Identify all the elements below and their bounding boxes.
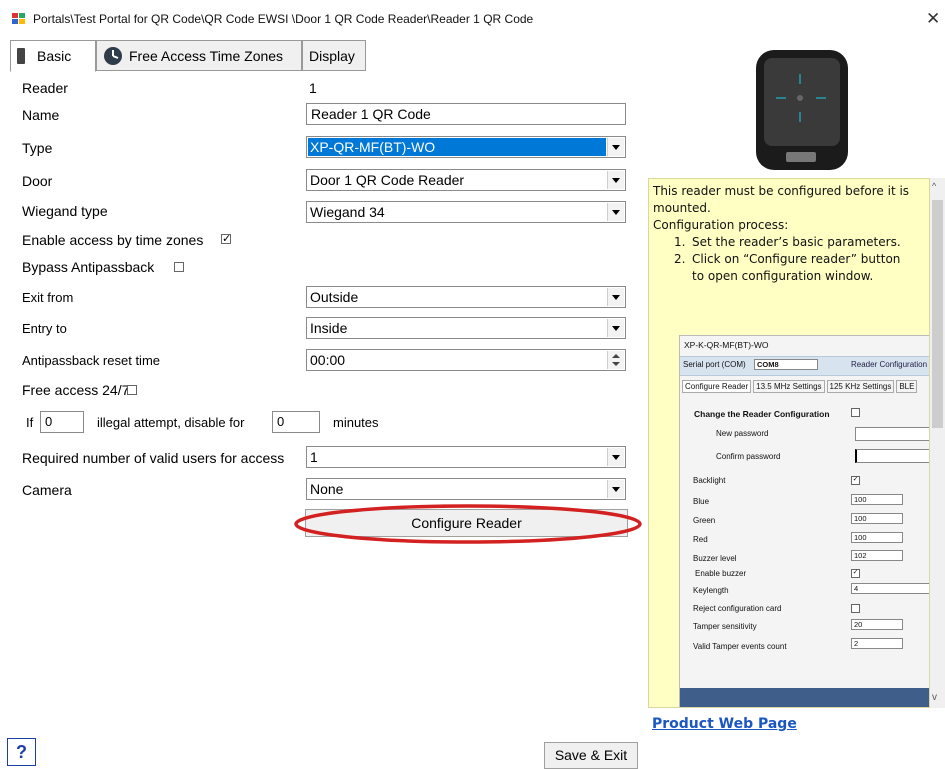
camera-label: Camera <box>22 482 72 498</box>
wiegand-label: Wiegand type <box>22 203 108 219</box>
mini-buzzer-level: Buzzer level <box>693 554 737 563</box>
info-process-title: Configuration process: <box>653 218 789 232</box>
mini-red-select: 100 <box>851 532 903 543</box>
reader-label: Reader <box>22 80 68 96</box>
mini-tamper-select: 20 <box>851 619 903 630</box>
antipassback-reset-label: Antipassback reset time <box>22 353 161 368</box>
mini-reject-card: Reject configuration card <box>693 604 782 613</box>
disable-minutes-input[interactable]: 0 <box>272 411 320 433</box>
mini-tab: Configure Reader <box>682 380 752 393</box>
antipassback-reset-time[interactable]: 00:00 <box>306 349 626 371</box>
enable-time-zones-label: Enable access by time zones <box>22 232 204 248</box>
tab-display[interactable]: Display <box>302 40 366 71</box>
mini-green-select: 100 <box>851 513 903 524</box>
bypass-antipassback-checkbox[interactable] <box>174 262 184 272</box>
mini-tamper-count: Valid Tamper events count <box>693 642 787 651</box>
config-window-image: XP-K-QR-MF(BT)-WO Serial port (COM) COM8… <box>679 335 929 707</box>
exit-from-select[interactable]: Outside <box>306 286 626 308</box>
chevron-down-icon[interactable] <box>607 171 624 189</box>
tab-free-access-time-zones[interactable]: Free Access Time Zones <box>96 40 302 71</box>
product-web-page-link[interactable]: Product Web Page <box>652 716 797 732</box>
name-input[interactable]: Reader 1 QR Code <box>306 103 626 125</box>
exit-from-label: Exit from <box>22 290 74 305</box>
minutes-label: minutes <box>333 415 379 430</box>
mini-backlight: Backlight <box>693 476 726 485</box>
chevron-down-icon[interactable] <box>607 480 624 498</box>
mini-blue: Blue <box>693 497 710 506</box>
window-title: Portals\Test Portal for QR Code\QR Code … <box>33 12 534 26</box>
mini-serial-label: Serial port (COM) <box>683 360 746 369</box>
mini-tab: 125 KHz Settings <box>826 380 895 393</box>
chevron-down-icon[interactable] <box>607 319 624 337</box>
app-icon <box>12 13 25 24</box>
door-select[interactable]: Door 1 QR Code Reader <box>306 169 626 191</box>
chevron-down-icon[interactable] <box>607 448 624 466</box>
mini-enable-buzzer: Enable buzzer <box>695 569 747 578</box>
scroll-up-icon[interactable]: ^ <box>932 181 936 191</box>
mini-reader-config: Reader Configuration <box>851 360 928 369</box>
name-label: Name <box>22 107 60 123</box>
mini-change-config: Change the Reader Configuration <box>694 409 830 419</box>
mini-green: Green <box>693 516 716 525</box>
mini-blue-select: 100 <box>851 494 903 505</box>
entry-to-label: Entry to <box>22 321 67 336</box>
mini-tab: BLE <box>896 380 918 393</box>
mini-new-password: New password <box>716 429 769 438</box>
enable-time-zones-checkbox[interactable]: ✓ <box>221 234 231 245</box>
tab-basic[interactable]: Basic <box>10 40 96 72</box>
wiegand-select[interactable]: Wiegand 34 <box>306 201 626 223</box>
required-users-label: Required number of valid users for acces… <box>22 450 285 466</box>
mini-confirm-password: Confirm password <box>716 452 781 461</box>
free-access-checkbox[interactable] <box>127 385 137 395</box>
reader-device-image <box>756 50 848 170</box>
title-bar: Portals\Test Portal for QR Code\QR Code … <box>0 0 945 40</box>
save-exit-button[interactable]: Save & Exit <box>544 742 638 769</box>
mini-tab: 13.5 MHz Settings <box>753 380 825 393</box>
bypass-antipassback-label: Bypass Antipassback <box>22 259 155 275</box>
info-step-2: 2. Click on “Configure reader” button to … <box>674 252 901 283</box>
clock-icon <box>104 46 122 65</box>
mini-red: Red <box>693 535 708 544</box>
illegal-attempts-input[interactable]: 0 <box>40 411 84 433</box>
camera-select[interactable]: None <box>306 478 626 500</box>
illegal-if-label: If <box>26 415 34 430</box>
help-button[interactable]: ? <box>7 738 36 766</box>
mini-title: XP-K-QR-MF(BT)-WO <box>684 340 769 350</box>
info-step-1: 1. Set the reader’s basic parameters. <box>674 235 901 249</box>
mini-keylength: Keylength <box>693 586 729 595</box>
scroll-down-icon[interactable]: v <box>932 692 937 703</box>
reader-number: 1 <box>309 80 317 96</box>
chevron-down-icon[interactable] <box>607 203 624 221</box>
mini-buzzer-select: 102 <box>851 550 903 561</box>
mini-serial-select: COM8 <box>754 359 818 370</box>
required-users-select[interactable]: 1 <box>306 446 626 468</box>
type-select[interactable]: XP-QR-MF(BT)-WO <box>306 136 626 158</box>
chevron-down-icon[interactable] <box>607 288 624 306</box>
info-panel: This reader must be configured before it… <box>648 178 930 708</box>
info-intro: This reader must be configured before it… <box>653 184 910 215</box>
illegal-attempt-label: illegal attempt, disable for <box>97 415 245 430</box>
chevron-down-icon[interactable] <box>607 138 624 156</box>
scrollbar-thumb[interactable] <box>932 200 943 428</box>
mini-tamper-sensitivity: Tamper sensitivity <box>693 622 757 631</box>
mini-tamper-count-select: 2 <box>851 638 903 649</box>
entry-to-select[interactable]: Inside <box>306 317 626 339</box>
close-button[interactable]: ✕ <box>926 9 940 29</box>
mini-keylength-input: 4 <box>851 583 929 594</box>
spinner-icon[interactable] <box>607 351 624 369</box>
free-access-label: Free access 24/7 <box>22 382 130 398</box>
annotation-ellipse <box>294 504 642 544</box>
reader-icon <box>17 48 25 64</box>
type-label: Type <box>22 140 53 156</box>
door-label: Door <box>22 173 53 189</box>
